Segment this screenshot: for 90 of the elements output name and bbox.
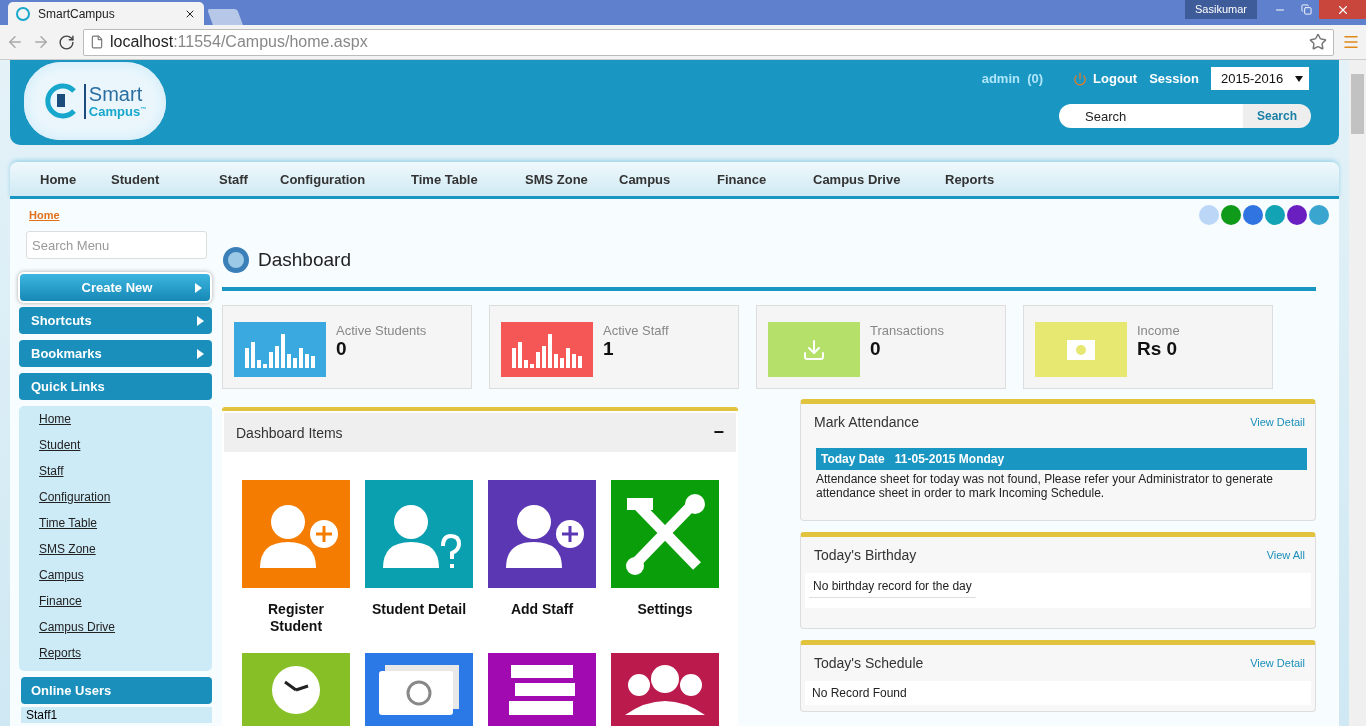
books-icon bbox=[509, 665, 575, 715]
attendance-message: Attendance sheet for today was not found, Please refer your Administrator to generate attendance sheet in order to mark Incoming Schedule. bbox=[816, 472, 1274, 500]
nav-item[interactable]: Time Table bbox=[411, 171, 525, 187]
stat-value: Rs 0 bbox=[1137, 338, 1179, 360]
date-bar: Today Date 11-05-2015 Monday bbox=[816, 448, 1307, 470]
logo: Smart Campus$^{™}$ bbox=[24, 62, 166, 140]
page-title: Dashboard bbox=[258, 249, 351, 271]
tile-label[interactable]: Register Student bbox=[242, 601, 350, 635]
bar-chart-icon bbox=[245, 331, 315, 368]
quick-link[interactable]: Finance bbox=[39, 593, 212, 619]
shortcut-tile[interactable] bbox=[365, 480, 473, 588]
quick-link[interactable]: Configuration bbox=[39, 489, 212, 515]
stat-value: 1 bbox=[603, 338, 615, 360]
theme-dot[interactable] bbox=[1221, 205, 1241, 225]
address-field[interactable]: localhost:11554/Campus/home.aspx bbox=[83, 28, 1334, 56]
stat-label: Active Staff bbox=[603, 323, 669, 338]
view-detail-link[interactable]: View Detail bbox=[1250, 416, 1305, 428]
birthday-message: No birthday record for the day bbox=[809, 577, 976, 598]
tile-label[interactable]: Add Staff bbox=[488, 601, 596, 618]
theme-dot[interactable] bbox=[1265, 205, 1285, 225]
close-window-button[interactable] bbox=[1319, 0, 1366, 19]
theme-dot[interactable] bbox=[1309, 205, 1329, 225]
online-user: Staff1 bbox=[21, 707, 212, 723]
quick-link[interactable]: Student bbox=[39, 437, 212, 463]
session-select[interactable]: 2015-2016 bbox=[1211, 67, 1309, 90]
collapse-toggle[interactable]: − bbox=[713, 422, 724, 443]
session-label: Session bbox=[1149, 71, 1199, 86]
nav-item[interactable]: Campus bbox=[619, 171, 717, 187]
quick-link[interactable]: Staff bbox=[39, 463, 212, 489]
nav-item[interactable]: Configuration bbox=[280, 171, 411, 187]
new-tab-button[interactable] bbox=[207, 9, 243, 25]
stat-label: Income bbox=[1137, 323, 1180, 338]
quick-link[interactable]: Reports bbox=[39, 645, 212, 671]
menu-search-field[interactable]: Search Menu bbox=[26, 231, 207, 259]
quick-link[interactable]: SMS Zone bbox=[39, 541, 212, 567]
nav-item[interactable]: Student bbox=[111, 171, 219, 187]
nav-item[interactable]: Staff bbox=[219, 171, 280, 187]
shortcut-tile[interactable] bbox=[488, 480, 596, 588]
page-icon bbox=[90, 35, 104, 49]
theme-dot[interactable] bbox=[1287, 205, 1307, 225]
scrollbar[interactable] bbox=[1349, 60, 1366, 726]
nav-item[interactable]: Campus Drive bbox=[813, 171, 945, 187]
globe-icon bbox=[222, 246, 250, 274]
menu-icon[interactable] bbox=[1342, 33, 1360, 51]
view-all-link[interactable]: View All bbox=[1266, 549, 1305, 561]
site-favicon-icon bbox=[16, 6, 30, 21]
search-button[interactable]: Search bbox=[1243, 104, 1311, 128]
shortcut-tile[interactable] bbox=[242, 480, 350, 588]
reload-icon[interactable] bbox=[58, 33, 75, 51]
stat-value: 0 bbox=[336, 338, 348, 360]
schedule-message: No Record Found bbox=[805, 681, 1311, 705]
banknotes-icon bbox=[379, 665, 459, 715]
quick-link[interactable]: Time Table bbox=[39, 515, 212, 541]
banknote-icon bbox=[1067, 339, 1095, 360]
star-icon[interactable] bbox=[1309, 33, 1327, 51]
stat-value: 0 bbox=[870, 338, 882, 360]
quick-link[interactable]: Home bbox=[39, 411, 212, 437]
theme-dot[interactable] bbox=[1199, 205, 1219, 225]
quick-link[interactable]: Campus Drive bbox=[39, 619, 212, 645]
caret-icon bbox=[1295, 75, 1303, 82]
shortcut-tile[interactable] bbox=[611, 480, 719, 588]
quick-link[interactable]: Campus bbox=[39, 567, 212, 593]
card-title: Today's Birthday bbox=[814, 547, 917, 563]
theme-dot[interactable] bbox=[1243, 205, 1263, 225]
view-detail-link[interactable]: View Detail bbox=[1250, 657, 1305, 669]
nav-item[interactable]: SMS Zone bbox=[525, 171, 619, 187]
back-icon[interactable] bbox=[6, 33, 24, 51]
stat-label: Transactions bbox=[870, 323, 944, 338]
group-icon bbox=[625, 665, 705, 715]
online-users-title: Online Users bbox=[21, 677, 212, 704]
nav-item[interactable]: Finance bbox=[717, 171, 813, 187]
search-field[interactable]: Search bbox=[1059, 104, 1243, 128]
forward-icon[interactable] bbox=[32, 33, 50, 51]
tile-label[interactable]: Student Detail bbox=[365, 601, 473, 618]
clock-icon bbox=[271, 665, 321, 715]
stat-label: Active Students bbox=[336, 323, 427, 338]
download-icon bbox=[802, 337, 826, 362]
card-title: Mark Attendance bbox=[814, 414, 920, 430]
menu-button[interactable]: Quick Links bbox=[19, 373, 212, 400]
tile-label[interactable]: Settings bbox=[611, 601, 719, 618]
bar-chart-icon bbox=[512, 331, 582, 368]
menu-button[interactable]: Shortcuts bbox=[19, 307, 212, 334]
menu-button[interactable]: Bookmarks bbox=[19, 340, 212, 367]
power-icon bbox=[1073, 71, 1088, 86]
nav-item[interactable]: Home bbox=[40, 171, 111, 187]
profile-name[interactable]: Sasikumar bbox=[1185, 0, 1257, 19]
nav-item[interactable]: Reports bbox=[945, 171, 1005, 187]
panel-title: Dashboard Items bbox=[236, 424, 343, 441]
browser-tab[interactable]: SmartCampus bbox=[8, 2, 204, 25]
card-title: Today's Schedule bbox=[814, 655, 924, 671]
